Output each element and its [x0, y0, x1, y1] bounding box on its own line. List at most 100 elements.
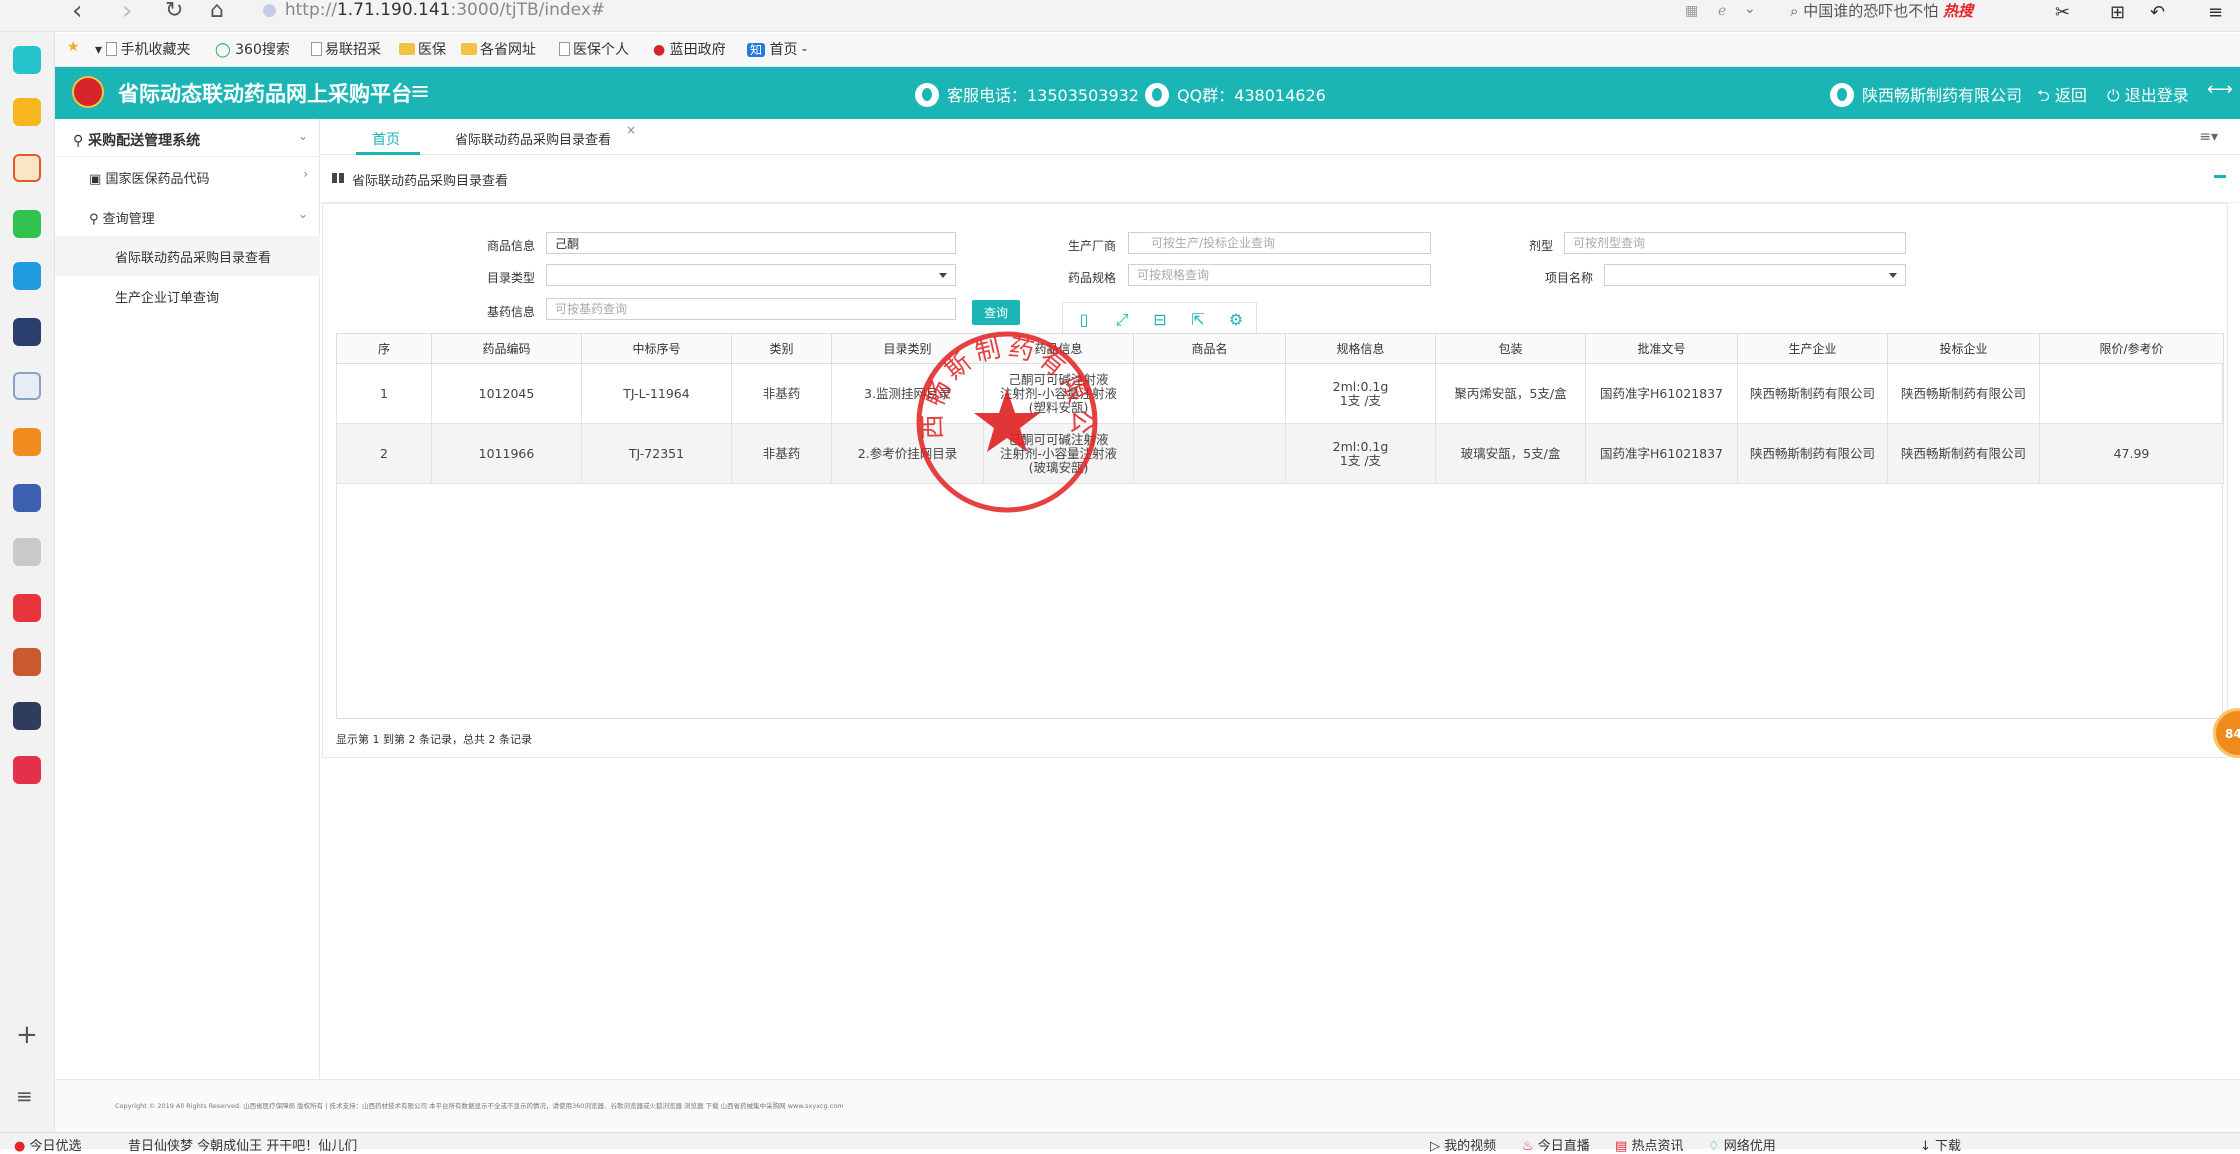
bookmark-personal[interactable]: 医保个人 [559, 39, 629, 59]
status-ad[interactable]: 昔日仙侠梦 今朝成仙王 开干吧！仙儿们 [128, 1135, 357, 1154]
back-icon[interactable]: ‹ [72, 0, 82, 26]
doc-icon[interactable] [13, 372, 41, 400]
status-news[interactable]: ▤ 热点资讯 [1615, 1135, 1683, 1154]
search-icon: ⚲ [89, 212, 99, 227]
save-icon[interactable]: ⊟ [1151, 311, 1169, 329]
col-header[interactable]: 批准文号 [1585, 333, 1738, 364]
bookmark-mobile[interactable]: ▾ 手机收藏夹 [95, 39, 190, 59]
scissors-icon[interactable]: ✂ [2055, 2, 2070, 23]
col-header[interactable]: 序 [336, 333, 432, 364]
col-header[interactable]: 限价/参考价 [2039, 333, 2224, 364]
status-live[interactable]: ♨ 今日直播 [1522, 1135, 1590, 1154]
bookmark-360[interactable]: ◯ 360搜索 [215, 39, 290, 59]
base-drug-input[interactable] [546, 298, 956, 320]
bookmark-zhihu[interactable]: 知 首页 - [747, 39, 807, 59]
collapse-icon[interactable] [2214, 175, 2226, 178]
plus-app-icon[interactable] [13, 46, 41, 74]
sidebar-item-drug-codes[interactable]: ▣ 国家医保药品代码 › [55, 157, 320, 195]
col-header[interactable]: 类别 [731, 333, 832, 364]
product-info-input[interactable] [546, 232, 956, 254]
fullscreen-icon[interactable]: ⤢ [1113, 311, 1131, 329]
chevron-down-icon: ⌄ [297, 207, 308, 221]
col-header[interactable]: 药品信息 [983, 333, 1134, 364]
project-select[interactable] [1604, 264, 1906, 286]
query-button[interactable]: 查询 [972, 300, 1020, 325]
manufacturer-label: 生产厂商 [1067, 239, 1116, 253]
bookmark-yibao[interactable]: 医保 [399, 39, 446, 59]
chevron-down-icon[interactable]: ⌄ [1744, 1, 1756, 17]
table-row[interactable]: 1 1012045 TJ-L-11964 非基药 3.监测挂网目录 己酮可可碱注… [336, 363, 2224, 424]
forward-icon[interactable]: › [122, 0, 132, 26]
catalog-type-label: 目录类型 [486, 271, 535, 285]
grid-icon[interactable]: ⊞ [2110, 2, 2125, 23]
sidebar-item-query[interactable]: ⚲ 查询管理 ⌄ [55, 197, 320, 235]
sidebar-item-catalog[interactable]: 省际联动药品采购目录查看 [55, 236, 320, 276]
export-icon[interactable]: ⇱ [1189, 311, 1207, 329]
cell-spec: 2ml:0.1g 1支 /支 [1285, 423, 1436, 484]
bookmark-lantian[interactable]: ● 蓝田政府 [653, 39, 726, 59]
top-search[interactable]: ⌕ 中国谁的恐吓也不怕 热搜 [1790, 0, 2030, 20]
list-icon[interactable]: ≡ [16, 1084, 33, 1108]
card-view-icon[interactable]: ▯ [1075, 311, 1093, 329]
status-video[interactable]: ▷ 我的视频 [1430, 1135, 1496, 1154]
col-header[interactable]: 目录类别 [831, 333, 984, 364]
bookmark-provinces[interactable]: 各省网址 [461, 39, 536, 59]
star-icon[interactable]: ★ [67, 39, 80, 55]
manufacturer-input[interactable] [1128, 232, 1431, 254]
p-app-icon[interactable] [13, 262, 41, 290]
spec-input[interactable] [1128, 264, 1431, 286]
refresh-icon[interactable]: ↻ [165, 0, 183, 26]
xiaohongshu-icon[interactable] [13, 594, 41, 622]
game-icon[interactable] [13, 484, 41, 512]
undo-icon[interactable]: ↶ [2150, 2, 2165, 23]
game2-icon[interactable] [13, 648, 41, 676]
ie-icon[interactable]: ℯ [1718, 3, 1726, 19]
col-header[interactable]: 中标序号 [581, 333, 732, 364]
qr-icon[interactable]: ▦ [1685, 3, 1698, 19]
col-header[interactable]: 药品编码 [431, 333, 582, 364]
novel-icon[interactable] [13, 428, 41, 456]
back-link[interactable]: ⮌ 返回 [2037, 82, 2087, 112]
settings-icon[interactable]: ⚙ [1227, 311, 1245, 329]
dosage-input[interactable] [1564, 232, 1906, 254]
qq-icon [1145, 83, 1169, 107]
col-header[interactable]: 投标企业 [1887, 333, 2040, 364]
home-icon[interactable]: ⌂ [210, 0, 224, 26]
table-row[interactable]: 2 1011966 TJ-72351 非基药 2.参考价挂网目录 己酮可可碱注射… [336, 423, 2224, 484]
col-header[interactable]: 商品名 [1133, 333, 1286, 364]
sidebar-item-orders[interactable]: 生产企业订单查询 [55, 276, 320, 314]
catalog-type-select[interactable] [546, 264, 956, 286]
cell-approval: 国药准字H61021837 [1585, 423, 1738, 484]
panda-icon[interactable] [13, 538, 41, 566]
hotline: 客服电话：13503503932 [915, 82, 1139, 107]
col-header[interactable]: 包装 [1435, 333, 1586, 364]
logout-link[interactable]: ⏻ 退出登录 [2107, 82, 2189, 106]
return-icon: ⮌ [2037, 86, 2050, 105]
b-app-icon[interactable] [13, 756, 41, 784]
menu-icon[interactable]: ≡ [2208, 2, 2223, 23]
status-download[interactable]: ↓ 下载 [1920, 1135, 1961, 1154]
sidebar-system[interactable]: ⚲ 采购配送管理系统 ⌄ [55, 119, 320, 157]
address-bar[interactable]: ● http://1.71.190.141:3000/tjTB/index# [262, 0, 1662, 22]
star-app-icon[interactable] [13, 98, 41, 126]
col-header[interactable]: 规格信息 [1285, 333, 1436, 364]
company-name[interactable]: 陕西畅斯制药有限公司 [1830, 82, 2022, 107]
weibo-icon[interactable] [13, 154, 41, 182]
url-prefix: http:// [284, 0, 337, 20]
game3-icon[interactable] [13, 702, 41, 730]
tab-home[interactable]: 首页 [372, 129, 400, 149]
status-network[interactable]: ♢ 网络优用 [1708, 1135, 1776, 1154]
col-header[interactable]: 生产企业 [1737, 333, 1888, 364]
status-daily-pick[interactable]: ● 今日优选 [14, 1135, 82, 1154]
mail-icon[interactable] [13, 210, 41, 238]
news-icon[interactable] [13, 318, 41, 346]
tabs-menu-icon[interactable]: ≡▾ [2199, 129, 2218, 145]
bookmark-yilian[interactable]: 易联招采 [311, 39, 381, 59]
bookmarks-bar: ★ ▾ 手机收藏夹 ◯ 360搜索 易联招采 医保 各省网址 医保个人 ● 蓝田… [55, 33, 2240, 67]
menu-toggle-icon[interactable]: ≡ [410, 77, 430, 105]
close-icon[interactable]: × [626, 123, 636, 137]
fullscreen-icon[interactable]: ⟷ [2207, 79, 2233, 100]
drug-catalog-table: 序 药品编码 中标序号 类别 目录类别 药品信息 商品名 规格信息 包装 批准文… [336, 333, 2224, 484]
tab-catalog[interactable]: 省际联动药品采购目录查看 [455, 129, 611, 148]
add-app-icon[interactable]: + [16, 1020, 38, 1050]
